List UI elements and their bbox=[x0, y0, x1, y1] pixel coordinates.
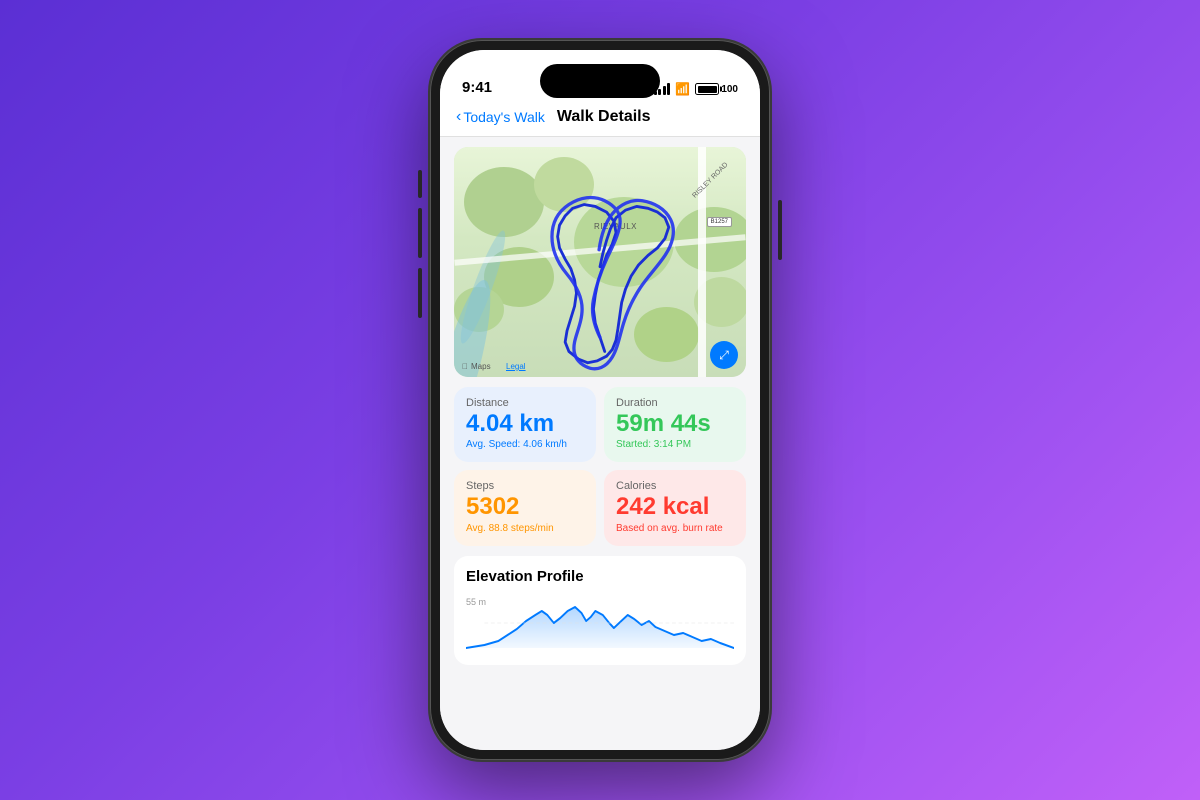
elevation-chart: 55 m bbox=[466, 593, 734, 653]
map-expand-button[interactable]: ⤢ bbox=[710, 341, 738, 369]
phone-wrapper: 9:41 📶 100 ‹ Today's Walk Walk De bbox=[430, 40, 770, 760]
steps-value: 5302 bbox=[466, 494, 584, 520]
elevation-section: Elevation Profile 55 m bbox=[454, 556, 746, 665]
duration-value: 59m 44s bbox=[616, 411, 734, 437]
scroll-content[interactable]: RISLEY ROAD B1257 RIEVAULX  bbox=[440, 137, 760, 750]
back-chevron-icon: ‹ bbox=[456, 109, 461, 125]
steps-sub: Avg. 88.8 steps/min bbox=[466, 523, 584, 534]
calories-value: 242 kcal bbox=[616, 494, 734, 520]
volume-up-button[interactable] bbox=[418, 208, 422, 258]
calories-label: Calories bbox=[616, 480, 734, 492]
nav-header: ‹ Today's Walk Walk Details bbox=[440, 104, 760, 137]
duration-label: Duration bbox=[616, 397, 734, 409]
maps-attribution:  Maps bbox=[462, 362, 491, 371]
battery-icon: 100 bbox=[695, 83, 738, 95]
dynamic-island bbox=[540, 64, 660, 98]
back-label: Today's Walk bbox=[463, 109, 545, 125]
back-button[interactable]: ‹ Today's Walk bbox=[456, 109, 545, 125]
phone-screen: 9:41 📶 100 ‹ Today's Walk Walk De bbox=[440, 50, 760, 750]
status-time: 9:41 bbox=[462, 79, 492, 96]
duration-sub: Started: 3:14 PM bbox=[616, 439, 734, 450]
distance-card[interactable]: Distance 4.04 km Avg. Speed: 4.06 km/h bbox=[454, 387, 596, 462]
distance-label: Distance bbox=[466, 397, 584, 409]
elevation-title: Elevation Profile bbox=[466, 568, 734, 585]
map-container[interactable]: RISLEY ROAD B1257 RIEVAULX  bbox=[454, 147, 746, 377]
distance-sub: Avg. Speed: 4.06 km/h bbox=[466, 439, 584, 450]
route-svg bbox=[454, 147, 746, 377]
maps-legal-link[interactable]: Legal bbox=[506, 362, 526, 371]
duration-card[interactable]: Duration 59m 44s Started: 3:14 PM bbox=[604, 387, 746, 462]
distance-value: 4.04 km bbox=[466, 411, 584, 437]
steps-card[interactable]: Steps 5302 Avg. 88.8 steps/min bbox=[454, 470, 596, 545]
battery-percent: 100 bbox=[721, 84, 738, 95]
calories-sub: Based on avg. burn rate bbox=[616, 523, 734, 534]
expand-icon: ⤢ bbox=[719, 348, 729, 363]
volume-down-button[interactable] bbox=[418, 268, 422, 318]
elevation-label: 55 m bbox=[466, 597, 486, 607]
stats-grid: Distance 4.04 km Avg. Speed: 4.06 km/h D… bbox=[454, 387, 746, 546]
map-background: RISLEY ROAD B1257 RIEVAULX  bbox=[454, 147, 746, 377]
steps-label: Steps bbox=[466, 480, 584, 492]
wifi-icon: 📶 bbox=[675, 82, 690, 96]
power-button[interactable] bbox=[778, 200, 782, 260]
calories-card[interactable]: Calories 242 kcal Based on avg. burn rat… bbox=[604, 470, 746, 545]
silent-switch[interactable] bbox=[418, 170, 422, 198]
nav-title: Walk Details bbox=[557, 108, 651, 126]
elevation-svg bbox=[466, 593, 734, 653]
status-icons: 📶 100 bbox=[654, 82, 738, 96]
